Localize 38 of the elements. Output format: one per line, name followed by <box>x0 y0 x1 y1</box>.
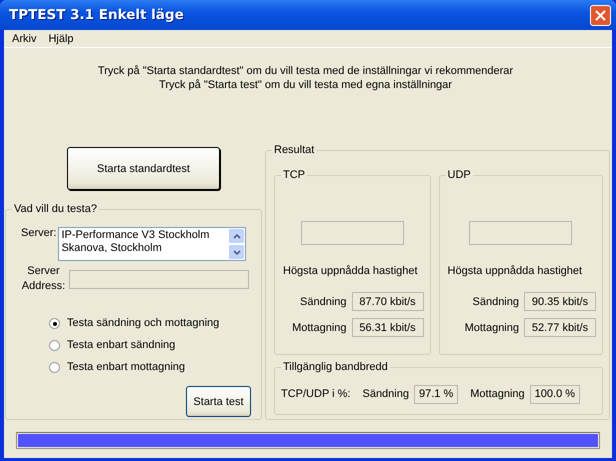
group-title: Tillgänglig bandbredd <box>281 360 390 374</box>
heading-text: Högsta uppnådda hastighet <box>448 265 582 277</box>
percent-readout: 100.0 % <box>530 384 580 404</box>
row-label: Sändning <box>472 296 519 308</box>
chevron-down-icon <box>232 250 241 254</box>
address-field[interactable] <box>69 270 249 288</box>
standard-test-button[interactable]: Starta standardtest <box>67 147 220 190</box>
instruction-text: Tryck på "Starta standardtest" om du vill testa med de inställningar vi rekommenderar <box>98 64 514 78</box>
row-label: Sändning <box>362 388 409 400</box>
radio-option[interactable]: Testa enbart sändning <box>49 339 251 352</box>
row-label: Mottagning <box>464 322 519 334</box>
menu-item[interactable]: Arkiv <box>7 32 42 44</box>
list-item[interactable]: Skanova, Stockholm <box>61 242 226 255</box>
start-test-button[interactable]: Starta test <box>186 386 251 417</box>
row-label: Mottagning <box>292 322 347 334</box>
row-label: Sändning <box>300 296 347 308</box>
chevron-up-icon <box>232 234 241 238</box>
speed-readout: 87.70 kbit/s <box>352 292 424 311</box>
close-icon <box>595 10 606 20</box>
scroll-up-button[interactable] <box>228 228 246 244</box>
scroll-down-button[interactable] <box>228 244 246 260</box>
heading-text: Högsta uppnådda hastighet <box>283 265 418 277</box>
percent-readout: 97.1 % <box>414 384 458 404</box>
close-button[interactable] <box>590 4 611 26</box>
list-item[interactable]: IP-Performance V3 Stockholm <box>61 229 226 242</box>
bandwidth-label: TCP/UDP i %: <box>281 388 350 400</box>
speed-readout: 90.35 kbit/s <box>524 292 596 311</box>
server-list[interactable]: IP-Performance V3 Stockholm Skanova, Stockholm <box>58 227 246 261</box>
instruction-text: Tryck på "Starta test" om du vill testa med egna inställningar <box>159 78 452 92</box>
row-label: Mottagning <box>470 388 525 400</box>
radio-option[interactable]: Testa enbart mottagning <box>49 361 251 374</box>
speed-readout: 56.31 kbit/s <box>352 318 424 337</box>
menu-item[interactable]: Hjälp <box>43 32 79 44</box>
server-label: Server: <box>21 227 56 239</box>
radio-option[interactable]: Testa sändning och mottagning <box>49 317 251 330</box>
window-title: TPTEST 3.1 Enkelt läge <box>9 7 184 23</box>
address-label: Server Address: <box>21 264 66 294</box>
speed-readout: 52.77 kbit/s <box>524 318 596 337</box>
